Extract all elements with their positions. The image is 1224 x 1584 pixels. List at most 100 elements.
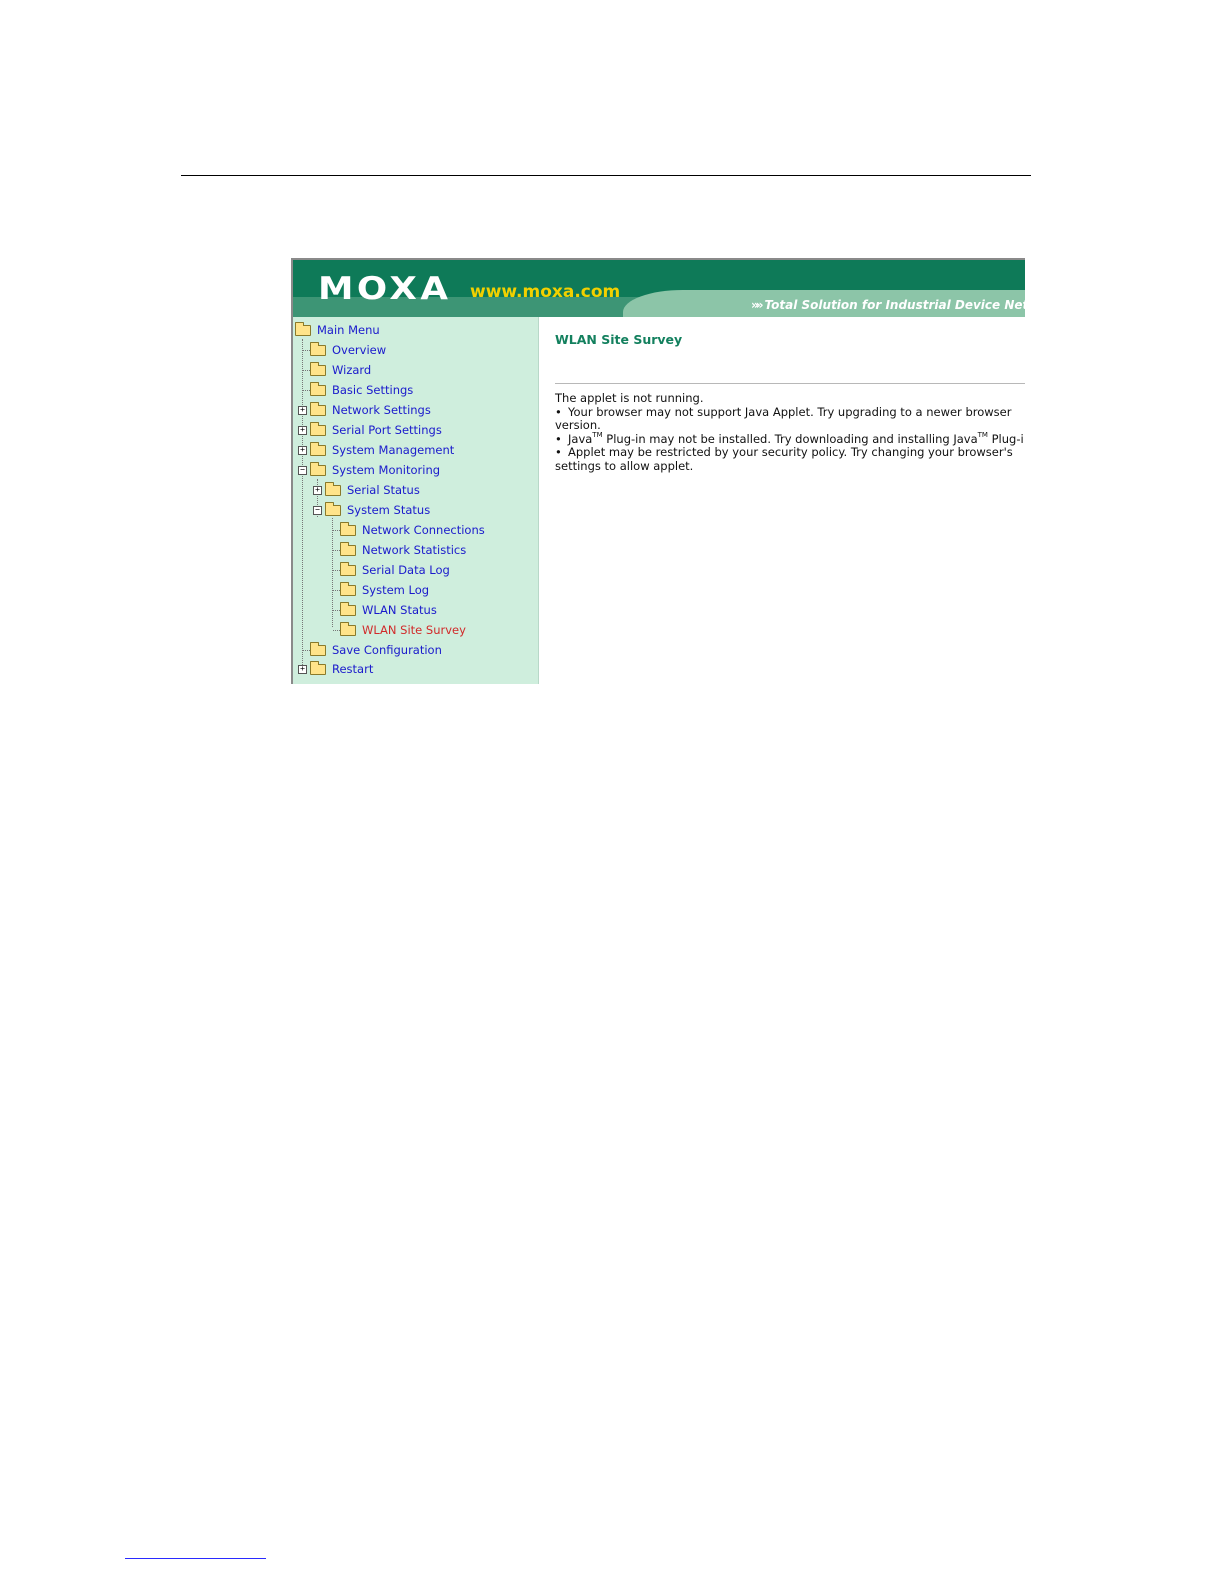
folder-icon <box>310 401 326 416</box>
menu-item-serial-status[interactable]: Serial Status <box>325 481 420 499</box>
menu-item-label: System Monitoring <box>332 463 441 477</box>
menu-item-network-statistics[interactable]: Network Statistics <box>340 541 466 559</box>
help-text: Plug-i <box>987 431 1024 446</box>
moxa-url-link[interactable]: www.moxa.com <box>470 282 620 302</box>
expand-plus-icon[interactable]: + <box>298 406 307 415</box>
menu-item-basic-settings[interactable]: Basic Settings <box>310 381 413 399</box>
help-text: version. <box>555 418 601 432</box>
menu-item-system-status[interactable]: System Status <box>325 501 430 519</box>
folder-icon <box>310 381 326 396</box>
folder-icon <box>340 581 356 596</box>
folder-icon <box>310 421 326 436</box>
menu-item-label: Restart <box>332 662 374 676</box>
tree-line <box>303 390 310 391</box>
double-chevron-icon: »» <box>751 298 763 312</box>
folder-icon <box>310 341 326 356</box>
tree-line <box>303 350 310 351</box>
menu-item-label: Serial Port Settings <box>332 423 442 437</box>
folder-icon <box>325 481 341 496</box>
tree-line <box>302 339 303 667</box>
menu-item-system-management[interactable]: System Management <box>310 441 454 459</box>
menu-item-label: System Status <box>347 503 431 517</box>
page-header-rule <box>181 175 1031 176</box>
browser-screenshot: MOXA www.moxa.com »» Total Solution for I… <box>291 258 1025 684</box>
folder-open-icon <box>325 501 341 516</box>
menu-item-label: Main Menu <box>317 323 380 337</box>
folder-icon <box>340 541 356 556</box>
menu-item-serial-port-settings[interactable]: Serial Port Settings <box>310 421 442 439</box>
folder-icon <box>310 441 326 456</box>
menu-item-label: Serial Status <box>347 483 420 497</box>
help-text: Plug-in may not be installed. Try downlo… <box>602 431 978 446</box>
folder-icon <box>310 660 326 675</box>
menu-item-label: Wizard <box>332 363 372 377</box>
trademark-sup: TM <box>977 430 988 439</box>
tree-line <box>333 570 340 571</box>
menu-item-label: System Management <box>332 443 455 457</box>
menu-item-label: Save Configuration <box>332 643 442 657</box>
help-text: Java <box>568 431 593 446</box>
menu-item-label: Basic Settings <box>332 383 414 397</box>
help-item-plugin: JavaTM Plug-in may not be installed. Try… <box>555 430 1025 447</box>
applet-help-list: Your browser may not support Java Applet… <box>555 404 1025 474</box>
applet-message: The applet is not running. Your browser … <box>555 391 1025 474</box>
help-text: settings to allow applet. <box>555 458 694 473</box>
folder-open-icon <box>310 461 326 476</box>
folder-icon <box>340 601 356 616</box>
menu-item-restart[interactable]: Restart <box>310 660 373 678</box>
moxa-banner: MOXA www.moxa.com »» Total Solution for I… <box>293 260 1025 317</box>
footnote-rule <box>125 1558 266 1559</box>
menu-item-serial-data-log[interactable]: Serial Data Log <box>340 561 450 579</box>
tree-line <box>333 530 340 531</box>
menu-item-wlan-status[interactable]: WLAN Status <box>340 601 437 619</box>
help-item-browser: Your browser may not support Java Applet… <box>555 404 1025 433</box>
help-text: Applet may be restricted by your securit… <box>568 445 1013 459</box>
collapse-minus-icon[interactable]: − <box>298 466 307 475</box>
banner-tagline: »» Total Solution for Industrial Device N… <box>751 298 1025 312</box>
page-title: WLAN Site Survey <box>555 332 683 347</box>
tree-line <box>333 610 340 611</box>
menu-item-wlan-site-survey[interactable]: WLAN Site Survey <box>340 621 466 639</box>
menu-item-label: Serial Data Log <box>362 563 450 577</box>
tree-line <box>303 650 310 651</box>
expand-plus-icon[interactable]: + <box>313 486 322 495</box>
menu-item-label: Overview <box>332 343 387 357</box>
expand-plus-icon[interactable]: + <box>298 426 307 435</box>
help-text: Your browser may not support Java Applet… <box>568 404 1012 419</box>
menu-item-system-monitoring[interactable]: System Monitoring <box>310 461 440 479</box>
help-item-security: Applet may be restricted by your securit… <box>555 445 1025 473</box>
menu-tree: + + + − + − + Main Menu Overview Wizard <box>293 317 538 684</box>
sidebar-menu: + + + − + − + Main Menu Overview Wizard <box>293 317 539 684</box>
menu-item-network-connections[interactable]: Network Connections <box>340 521 485 539</box>
moxa-logo: MOXA <box>318 271 452 307</box>
tree-line <box>303 370 310 371</box>
folder-icon <box>310 361 326 376</box>
menu-item-overview[interactable]: Overview <box>310 341 386 359</box>
folder-icon <box>340 621 356 636</box>
menu-item-label: Network Connections <box>362 523 485 537</box>
menu-item-label: Network Settings <box>332 403 431 417</box>
title-divider <box>555 383 1025 384</box>
folder-icon <box>310 641 326 656</box>
menu-item-label: Network Statistics <box>362 543 467 557</box>
menu-item-label: WLAN Site Survey <box>362 623 466 637</box>
menu-item-network-settings[interactable]: Network Settings <box>310 401 431 419</box>
collapse-minus-icon[interactable]: − <box>313 506 322 515</box>
expand-plus-icon[interactable]: + <box>298 446 307 455</box>
tagline-text: Total Solution for Industrial Device Net… <box>764 298 1025 312</box>
menu-item-main-menu[interactable]: Main Menu <box>295 321 380 339</box>
tree-line <box>333 590 340 591</box>
menu-item-save-configuration[interactable]: Save Configuration <box>310 641 442 659</box>
tree-line <box>333 630 340 631</box>
applet-status-text: The applet is not running. <box>555 391 704 405</box>
menu-item-label: WLAN Status <box>362 603 437 617</box>
folder-icon <box>340 561 356 576</box>
content-pane: WLAN Site Survey The applet is not runni… <box>540 317 1025 684</box>
menu-item-wizard[interactable]: Wizard <box>310 361 371 379</box>
tree-line <box>333 550 340 551</box>
menu-item-system-log[interactable]: System Log <box>340 581 429 599</box>
folder-open-icon <box>295 321 311 336</box>
expand-plus-icon[interactable]: + <box>298 665 307 674</box>
trademark-sup: TM <box>592 430 603 439</box>
folder-icon <box>340 521 356 536</box>
